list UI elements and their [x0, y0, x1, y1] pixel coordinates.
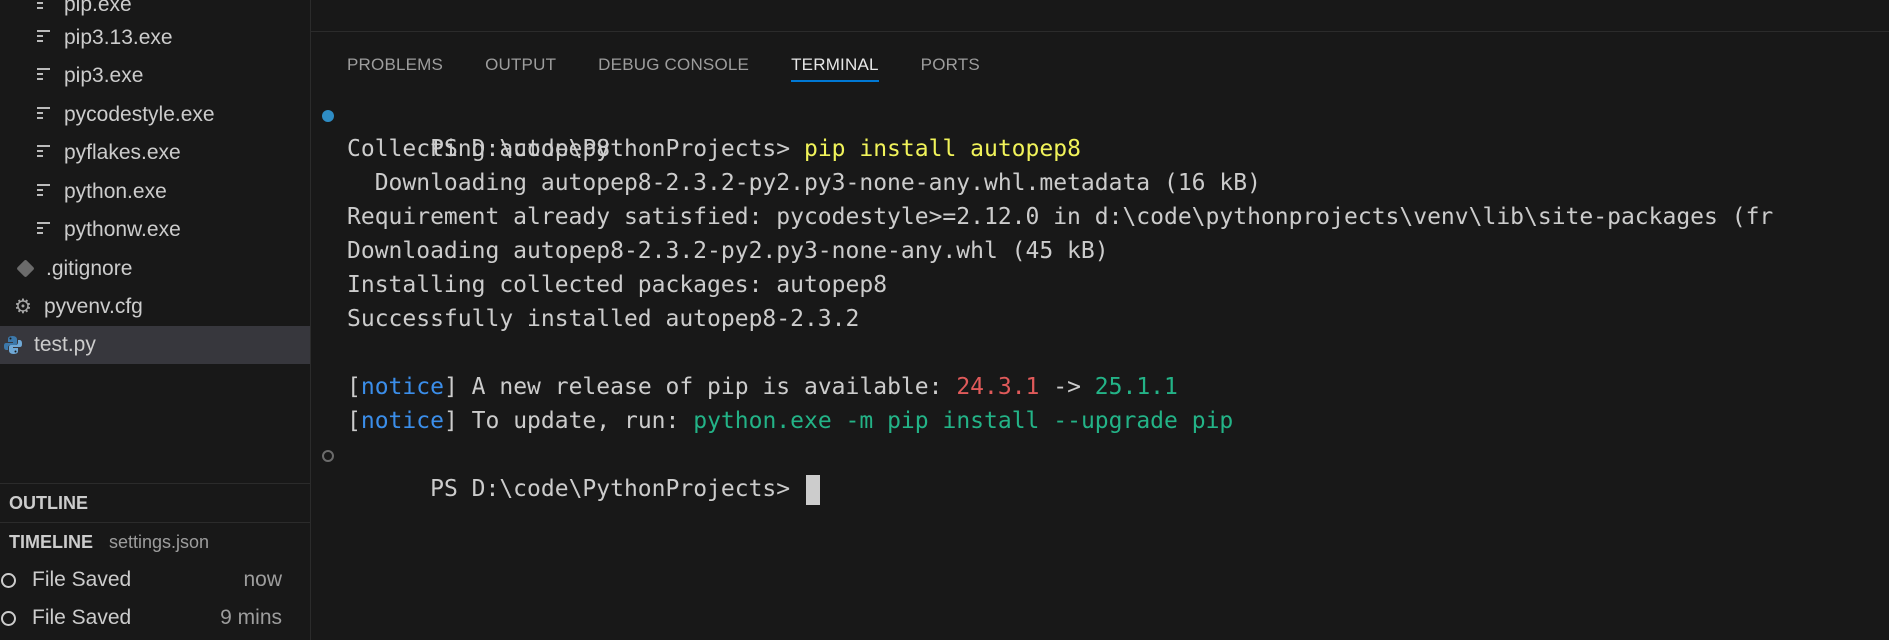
file-lines-icon	[34, 220, 54, 240]
tree-item-label: pycodestyle.exe	[64, 103, 215, 126]
tree-item-gitignore[interactable]: .gitignore	[0, 250, 310, 288]
tab-terminal[interactable]: TERMINAL	[791, 50, 879, 82]
new-version: 25.1.1	[1094, 374, 1178, 400]
bracket-open: [	[347, 374, 361, 400]
circle-icon	[1, 610, 16, 626]
tree-item-pyflakes-exe[interactable]: pyflakes.exe	[0, 134, 310, 172]
terminal-line: Downloading autopep8-2.3.2-py2.py3-none-…	[347, 238, 1109, 264]
tree-item-pip3-13-exe[interactable]: pip3.13.exe	[0, 19, 310, 57]
upgrade-command: python.exe -m pip install --upgrade pip	[693, 408, 1234, 434]
panel-tabs: PROBLEMS OUTPUT DEBUG CONSOLE TERMINAL P…	[347, 50, 1022, 84]
tree-item-label: .gitignore	[46, 257, 133, 280]
notice-tag: notice	[360, 374, 444, 400]
command-pending-decoration[interactable]	[322, 450, 334, 462]
file-lines-icon	[34, 66, 54, 86]
tree-item-label: python.exe	[64, 180, 167, 203]
file-lines-icon	[34, 28, 54, 48]
terminal-line: Installing collected packages: autopep8	[347, 272, 888, 298]
old-version: 24.3.1	[956, 374, 1040, 400]
tab-debug-console[interactable]: DEBUG CONSOLE	[598, 50, 749, 82]
notice-tag: notice	[360, 408, 444, 434]
terminal-output[interactable]: PS D:\code\PythonProjects> pip install a…	[322, 98, 1774, 505]
timeline-title: TIMELINE	[9, 531, 93, 552]
file-lines-icon	[34, 182, 54, 202]
notice-text: To update, run:	[471, 408, 694, 434]
tab-problems[interactable]: PROBLEMS	[347, 50, 443, 82]
tab-output[interactable]: OUTPUT	[485, 50, 556, 82]
tree-item-pythonw-exe[interactable]: pythonw.exe	[0, 211, 310, 249]
tree-item-label: pythonw.exe	[64, 218, 181, 241]
tree-item-label: pip3.exe	[64, 64, 144, 87]
tree-item-pycodestyle-exe[interactable]: pycodestyle.exe	[0, 96, 310, 134]
outline-header[interactable]: OUTLINE	[0, 483, 310, 522]
tree-item-label: pyvenv.cfg	[44, 295, 143, 318]
version-arrow: ->	[1039, 374, 1095, 400]
tree-item-label: test.py	[34, 333, 96, 356]
terminal-command-line: PS D:\code\PythonProjects> pip install a…	[322, 98, 1773, 162]
tab-ports[interactable]: PORTS	[921, 50, 980, 82]
timeline-entry-label: File Saved	[32, 568, 132, 591]
bottom-panel: PROBLEMS OUTPUT DEBUG CONSOLE TERMINAL P…	[311, 0, 1889, 640]
terminal-line: Collecting autopep8	[347, 136, 611, 162]
git-icon	[16, 259, 36, 279]
explorer-sidebar: pip.exe pip3.13.exe pip3.exe pycodestyle…	[0, 0, 311, 640]
command-success-decoration[interactable]	[322, 110, 334, 122]
python-icon	[2, 334, 24, 356]
notice-line-update: [notice] To update, run: python.exe -m p…	[347, 404, 1773, 438]
editor-area-edge	[311, 0, 1889, 32]
bracket-open: [	[347, 408, 361, 434]
tree-item-label: pip.exe	[64, 0, 132, 16]
gear-icon: ⚙	[14, 296, 32, 318]
terminal-cursor	[805, 474, 820, 505]
circle-icon	[1, 572, 16, 588]
prompt: PS D:\code\PythonProjects>	[430, 476, 804, 502]
terminal-line: Downloading autopep8-2.3.2-py2.py3-none-…	[347, 170, 1261, 196]
tree-item-label: pip3.13.exe	[64, 26, 173, 49]
timeline-entry[interactable]: File Saved 9 mins	[0, 599, 310, 637]
tree-item-test-py[interactable]: test.py	[0, 326, 310, 364]
terminal-prompt-line: PS D:\code\PythonProjects>	[322, 438, 1773, 505]
timeline-entry-time: 9 mins	[220, 606, 282, 629]
file-lines-icon	[34, 105, 54, 125]
bracket-close: ]	[443, 408, 472, 434]
timeline-header[interactable]: TIMELINE settings.json	[0, 522, 310, 561]
tree-item-pyvenv-cfg[interactable]: ⚙ pyvenv.cfg	[0, 288, 310, 326]
terminal-line: Requirement already satisfied: pycodesty…	[347, 204, 1774, 230]
tree-item-label: pyflakes.exe	[64, 141, 181, 164]
tree-item-python-exe[interactable]: python.exe	[0, 173, 310, 211]
terminal-line: Successfully installed autopep8-2.3.2	[347, 306, 860, 332]
timeline-entry-time: now	[243, 568, 282, 591]
outline-title: OUTLINE	[9, 492, 88, 513]
timeline-entry[interactable]: File Saved now	[0, 561, 310, 599]
file-lines-icon	[34, 143, 54, 163]
notice-text: A new release of pip is available:	[471, 374, 957, 400]
notice-line-release: [notice] A new release of pip is availab…	[347, 370, 1773, 404]
file-lines-icon	[34, 0, 54, 15]
timeline-entry-label: File Saved	[32, 606, 132, 629]
bracket-close: ]	[443, 374, 472, 400]
timeline-file: settings.json	[109, 531, 210, 552]
tree-item-pip3-exe[interactable]: pip3.exe	[0, 57, 310, 95]
